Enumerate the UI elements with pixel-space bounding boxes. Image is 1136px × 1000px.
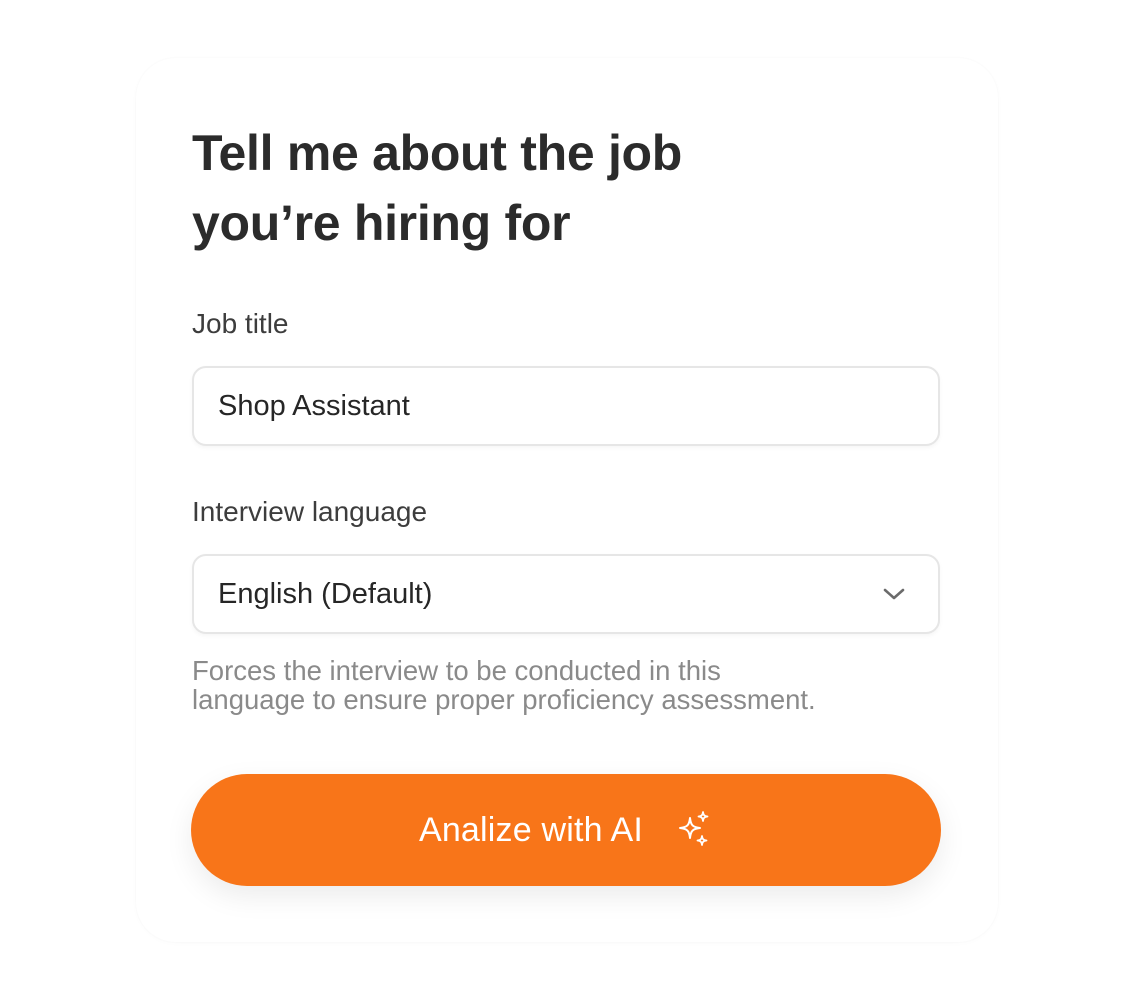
- form-title-line-1: Tell me about the job: [192, 125, 683, 181]
- analyze-button-content: Analize with AI: [191, 774, 941, 886]
- job-title-field-wrapper: [192, 366, 940, 446]
- form-title-line-2: you’re hiring for: [192, 195, 571, 251]
- analyze-button-label: Analize with AI: [418, 810, 644, 849]
- helper-line-2: language to ensure proper proficiency as…: [192, 684, 816, 715]
- analyze-with-ai-button[interactable]: Analize with AI: [191, 774, 941, 886]
- form-title: Tell me about the job you’re hiring for: [192, 118, 832, 258]
- sparkles-icon: [679, 811, 709, 846]
- job-title-input[interactable]: [194, 368, 938, 444]
- interview-language-helper-text: Forces the interview to be conducted in …: [192, 656, 952, 714]
- job-title-label: Job title: [192, 308, 289, 339]
- interview-language-selected-value: English (Default): [218, 578, 433, 610]
- helper-line-1: Forces the interview to be conducted in …: [192, 655, 721, 686]
- interview-language-label: Interview language: [192, 496, 428, 527]
- chevron-down-icon: [883, 588, 905, 600]
- interview-language-select[interactable]: English (Default): [192, 554, 940, 634]
